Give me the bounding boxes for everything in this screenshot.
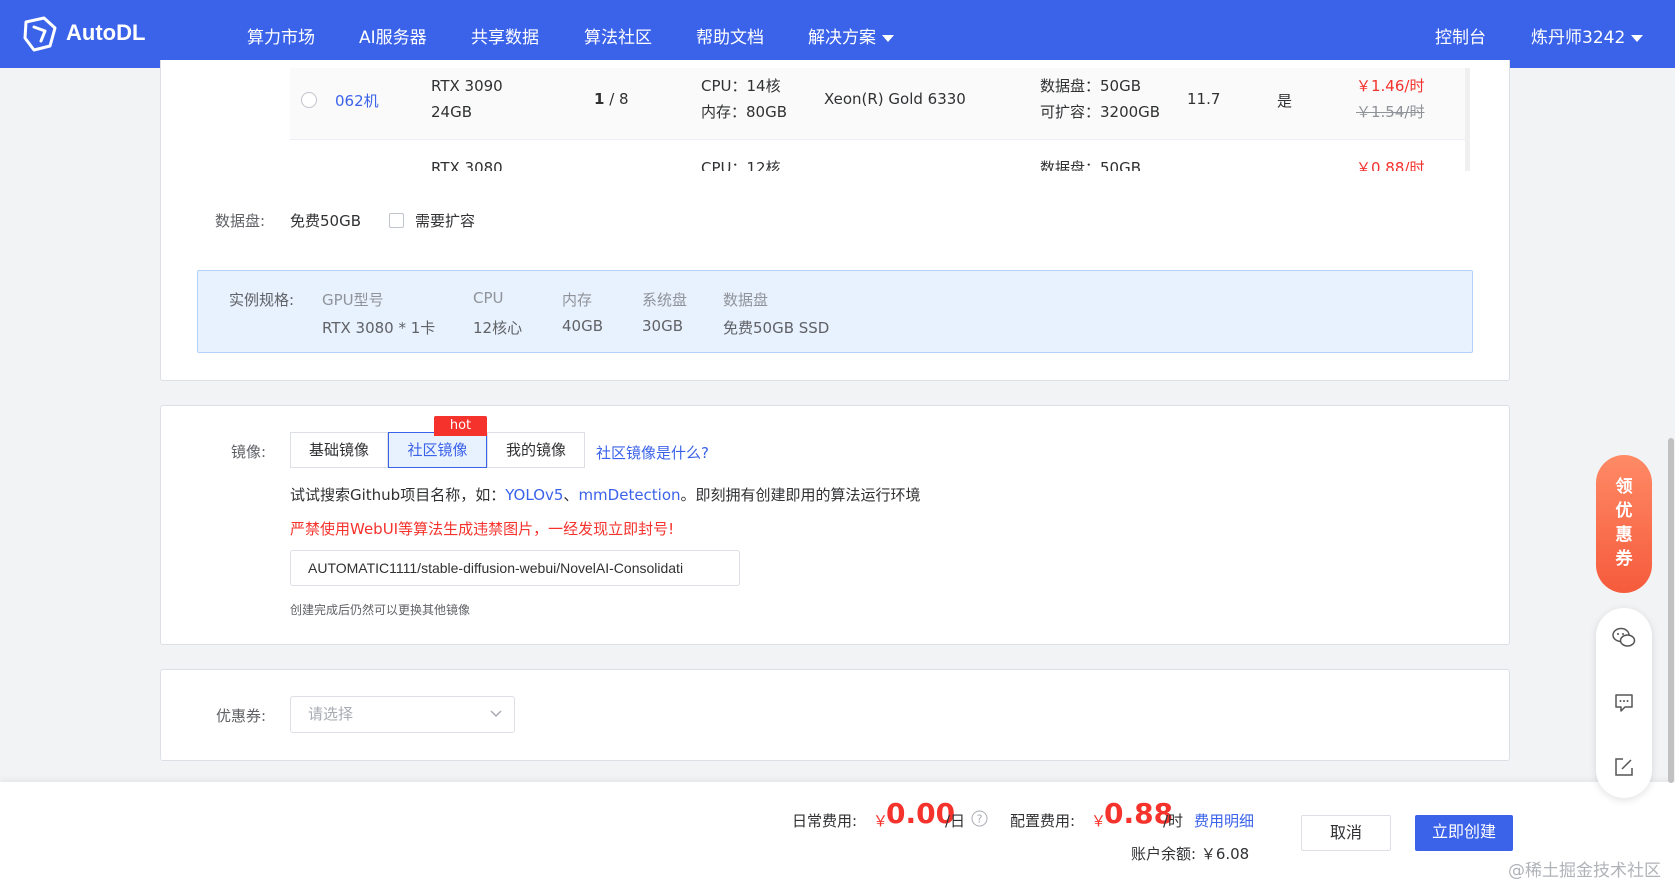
price: ￥0.88/时: [1356, 159, 1425, 171]
chevron-down-icon: [490, 710, 502, 718]
logo-text[interactable]: AutoDL: [66, 20, 145, 46]
side-tool-stack: [1596, 608, 1652, 798]
message-icon[interactable]: [1613, 692, 1635, 714]
create-button[interactable]: 立即创建: [1415, 815, 1513, 851]
user-name: 炼丹师3242: [1531, 28, 1626, 48]
tab-base-image[interactable]: 基础镜像: [290, 432, 388, 468]
nav-solutions-label: 解决方案: [808, 28, 876, 48]
nav-algorithm-community[interactable]: 算法社区: [584, 23, 652, 48]
hint-link-mmdetection[interactable]: mmDetection: [578, 486, 680, 504]
instance-spec-box: 实例规格: GPU型号 RTX 3080 * 1卡 CPU 12核心 内存 40…: [197, 270, 1473, 353]
expand-disk-checkbox[interactable]: [389, 213, 404, 228]
machine-table: 062机 RTX 3090 24GB 1 / 8 CPU：14核 内存：80GB…: [290, 68, 1470, 171]
user-menu[interactable]: 炼丹师3242: [1531, 23, 1644, 48]
image-input[interactable]: AUTOMATIC1111/stable-diffusion-webui/Nov…: [290, 550, 740, 586]
tab-community-image[interactable]: 社区镜像: [388, 432, 487, 468]
image-change-note: 创建完成后仍然可以更换其他镜像: [290, 603, 471, 617]
hot-badge: hot: [434, 416, 487, 436]
webui-warning: 严禁使用WebUI等算法生成违禁图片，一经发现立即封号!: [290, 520, 675, 538]
watermark: @稀土掘金技术社区: [1508, 861, 1661, 881]
coupon-select[interactable]: 请选择: [290, 696, 515, 733]
total-gpu-count: / 8: [604, 90, 629, 108]
coupon-char: 领: [1615, 477, 1633, 497]
expand-disk-label[interactable]: 需要扩容: [415, 210, 475, 231]
cancel-button[interactable]: 取消: [1301, 815, 1391, 851]
fee-detail-link[interactable]: 费用明细: [1194, 810, 1254, 831]
spec-head-system-disk: 系统盘: [642, 291, 688, 309]
spec-value-gpu: RTX 3080 * 1卡: [322, 319, 436, 337]
coupon-char: 惠: [1615, 525, 1633, 545]
claim-coupon-float[interactable]: 领 优 惠 券: [1596, 455, 1652, 593]
cpu-cores: CPU：12核: [701, 159, 781, 171]
data-disk: 数据盘：50GB: [1040, 77, 1142, 95]
coupon-placeholder: 请选择: [308, 705, 354, 723]
data-disk-value: 免费50GB: [290, 212, 362, 230]
flag-value: 是: [1277, 92, 1293, 110]
gpu-model: RTX 3080: [431, 159, 503, 171]
coupon-label: 优惠券:: [216, 707, 267, 725]
cpu-cores: CPU：14核: [701, 77, 781, 95]
autodl-logo-icon[interactable]: [22, 16, 58, 52]
hint-suffix: 。即刻拥有创建即用的算法运行环境: [680, 486, 921, 504]
tab-my-image[interactable]: 我的镜像: [487, 432, 585, 468]
hint-prefix: 试试搜索Github项目名称，如：: [290, 486, 506, 504]
svg-text:?: ?: [977, 813, 983, 826]
hint-separator: 、: [563, 486, 579, 504]
data-disk: 数据盘：50GB: [1040, 159, 1142, 171]
original-price: ￥1.54/时: [1356, 103, 1425, 121]
nav-console[interactable]: 控制台: [1435, 23, 1486, 48]
order-footer: 日常费用: ￥ 0.00 /日 ? 配置费用: ￥ 0.88 /时 费用明细 账…: [0, 782, 1675, 885]
machine-radio[interactable]: [301, 92, 317, 108]
help-circle-icon[interactable]: ?: [971, 810, 988, 827]
nav-ai-server[interactable]: AI服务器: [359, 23, 427, 48]
community-image-help-link[interactable]: 社区镜像是什么?: [596, 442, 709, 463]
expandable-disk: 可扩容：3200GB: [1040, 103, 1161, 121]
chevron-down-icon: [1631, 34, 1644, 42]
daily-fee-unit: /日: [945, 812, 966, 830]
image-label: 镜像:: [231, 443, 267, 461]
machine-name[interactable]: 062机: [335, 90, 379, 111]
config-fee-label: 配置费用:: [1010, 812, 1076, 830]
wechat-icon[interactable]: [1612, 627, 1636, 649]
top-navbar: AutoDL 算力市场 AI服务器 共享数据 算法社区 帮助文档 解决方案 控制…: [0, 0, 1675, 68]
daily-fee-label: 日常费用:: [792, 812, 858, 830]
coupon-char: 优: [1615, 501, 1633, 521]
spec-value-cpu: 12核心: [473, 319, 523, 337]
gpu-model: RTX 3090: [431, 77, 503, 95]
spec-value-memory: 40GB: [562, 317, 604, 335]
spec-head-cpu: CPU: [473, 289, 504, 307]
spec-label: 实例规格:: [229, 291, 295, 309]
edit-feedback-icon[interactable]: [1613, 756, 1635, 778]
spec-head-data-disk: 数据盘: [723, 291, 769, 309]
spec-value-data-disk: 免费50GB SSD: [723, 319, 830, 337]
table-row[interactable]: RTX 3080 CPU：12核 数据盘：50GB ￥0.88/时: [290, 141, 1470, 171]
table-scrollbar[interactable]: [1465, 68, 1470, 171]
spec-value-system-disk: 30GB: [642, 317, 684, 335]
nav-solutions[interactable]: 解决方案: [808, 23, 894, 48]
price: ￥1.46/时: [1356, 77, 1425, 95]
page-scrollbar[interactable]: [1668, 438, 1674, 783]
config-fee-unit: /时: [1163, 812, 1184, 830]
spec-head-gpu: GPU型号: [322, 291, 384, 309]
gpu-vram: 24GB: [431, 103, 473, 121]
spec-head-memory: 内存: [562, 291, 593, 309]
nav-shared-data[interactable]: 共享数据: [471, 23, 539, 48]
chevron-down-icon: [882, 34, 894, 42]
data-disk-label: 数据盘:: [215, 212, 266, 230]
image-search-hint: 试试搜索Github项目名称，如：YOLOv5、mmDetection。即刻拥有…: [290, 484, 921, 505]
nav-compute-market[interactable]: 算力市场: [247, 23, 315, 48]
memory: 内存：80GB: [701, 103, 788, 121]
free-gpu-count: 1: [594, 90, 605, 108]
hint-link-yolov5[interactable]: YOLOv5: [505, 486, 563, 504]
nav-help-docs[interactable]: 帮助文档: [696, 23, 764, 48]
account-balance: 账户余额: ￥6.08: [1131, 845, 1250, 863]
table-row[interactable]: 062机 RTX 3090 24GB 1 / 8 CPU：14核 内存：80GB…: [290, 68, 1470, 140]
cpu-model: Xeon(R) Gold 6330: [824, 90, 966, 108]
cuda-version: 11.7: [1187, 90, 1221, 108]
coupon-char: 券: [1615, 549, 1633, 569]
gpu-availability: 1 / 8: [594, 90, 629, 108]
